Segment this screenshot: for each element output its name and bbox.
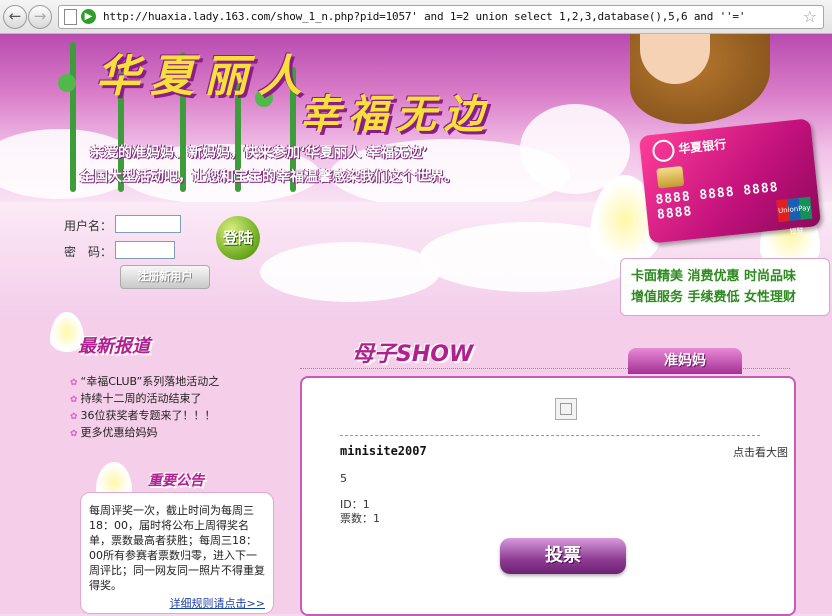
news-list: “幸福CLUB”系列落地活动之 持续十二周的活动结束了 36位获奖者专题来了！！… [70, 374, 220, 442]
rules-link[interactable]: 详细规则请点击>> [170, 595, 265, 611]
news-item[interactable]: 36位获奖者专题来了！！！ [70, 408, 219, 425]
back-arrow-icon[interactable]: ← [3, 5, 27, 29]
unionpay-logo: UnionPay 银联 [776, 196, 813, 236]
tab-expectant-mothers[interactable]: 准妈妈 [628, 348, 742, 374]
address-bar[interactable]: ▶ http://huaxia.lady.163.com/show_1_n.ph… [58, 5, 824, 29]
dashed-divider [340, 435, 760, 436]
card-features-box: 卡面精美 消费优惠 时尚品味 增值服务 手续费低 女性理财 [620, 258, 830, 316]
entry-name: minisite2007 [340, 444, 427, 458]
banner-subtitle: 幸福无边 [300, 92, 492, 138]
vote-button[interactable]: 投票 [500, 538, 626, 574]
browser-toolbar: ← → ▶ http://huaxia.lady.163.com/show_1_… [0, 0, 832, 34]
bank-logo-icon [651, 138, 676, 163]
entry-panel: minisite2007 点击看大图 5 ID：1 票数：1 投票 [300, 376, 796, 616]
username-input[interactable] [115, 215, 181, 233]
news-item[interactable]: 持续十二周的活动结束了 [70, 391, 219, 408]
username-label: 用户名： [64, 219, 113, 233]
entry-votes: 票数：1 [340, 512, 380, 525]
entry-info: ID：1 票数：1 [340, 498, 380, 526]
view-large-link[interactable]: 点击看大图 [733, 444, 788, 460]
section-title: 母子SHOW [352, 342, 474, 367]
broken-image-icon[interactable] [555, 398, 577, 420]
page-icon [64, 9, 77, 25]
bank-card-image: 华夏银行 8888 8888 8888 8888 UnionPay 银联 [638, 118, 822, 244]
news-item[interactable]: 更多优惠给妈妈 [70, 425, 219, 442]
banner-slogan-2: 全国大型活动吧，让您和宝宝的幸福温馨感染我们这个世界。 [80, 169, 458, 185]
notice-text: 每周评奖一次，截止时间为每周三18：00，届时将公布上周得奖名单，票数最高者获胜… [89, 504, 265, 592]
stem-decoration [70, 42, 76, 192]
entry-id: ID：1 [340, 498, 370, 511]
card-chip-icon [656, 165, 685, 189]
banner-slogan-1: 亲爱的准妈妈、新妈妈，快来参加‘华夏丽人 幸福无边’ [90, 145, 428, 161]
notice-heading: 重要公告 [148, 473, 204, 489]
banner-title: 华夏丽人 [96, 51, 312, 102]
bookmark-star-icon[interactable]: ☆ [803, 7, 817, 26]
news-item[interactable]: “幸福CLUB”系列落地活动之 [70, 374, 220, 391]
leaf-decoration [58, 74, 76, 92]
go-icon[interactable]: ▶ [81, 9, 96, 24]
notice-box: 每周评奖一次，截止时间为每周三18：00，届时将公布上周得奖名单，票数最高者获胜… [80, 492, 274, 614]
bank-name: 华夏银行 [677, 137, 727, 157]
url-text[interactable]: http://huaxia.lady.163.com/show_1_n.php?… [103, 10, 745, 23]
password-input[interactable] [115, 241, 175, 259]
cloud-decoration [260, 242, 440, 302]
password-label: 密 码： [64, 245, 113, 259]
register-button[interactable]: 注册新用户 [120, 265, 210, 289]
entry-value: 5 [340, 472, 347, 485]
feature-line-2: 增值服务 手续费低 女性理财 [631, 290, 797, 305]
feature-line-1: 卡面精美 消费优惠 时尚品味 [631, 269, 797, 284]
forward-arrow-icon[interactable]: → [28, 5, 52, 29]
login-button[interactable]: 登陆 [216, 216, 260, 260]
news-heading: 最新报道 [78, 336, 150, 357]
